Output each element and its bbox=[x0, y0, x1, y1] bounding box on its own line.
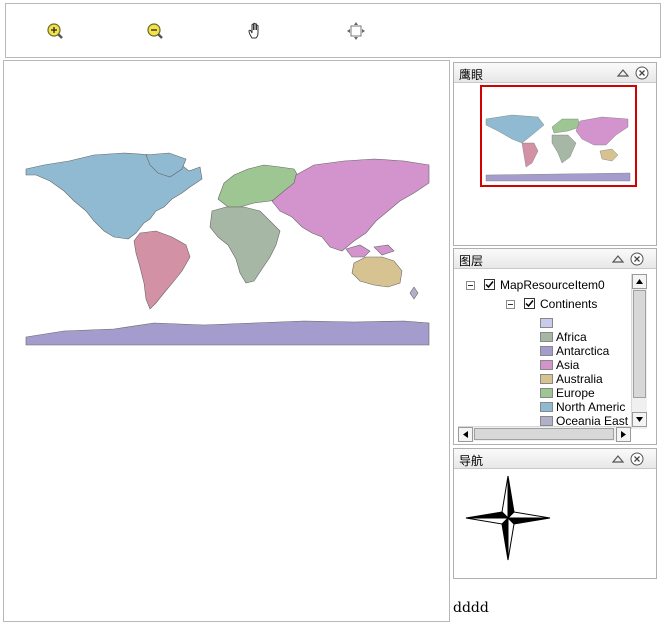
layers-collapse-button[interactable] bbox=[611, 252, 625, 266]
layers-panel: 图层 MapResourceItem0 Continents Africa Ant… bbox=[453, 248, 657, 445]
legend-item: Australia bbox=[454, 372, 641, 386]
navigation-close-button[interactable] bbox=[630, 452, 644, 466]
scroll-down-button[interactable] bbox=[632, 412, 647, 427]
legend-label: Asia bbox=[556, 358, 580, 372]
navigation-panel-title: 导航 bbox=[459, 454, 484, 468]
navigation-panel-header: 导航 bbox=[454, 449, 656, 469]
legend-swatch bbox=[540, 360, 553, 370]
arrow-up-icon bbox=[636, 279, 643, 284]
scroll-up-button[interactable] bbox=[632, 274, 647, 289]
scroll-right-button[interactable] bbox=[616, 427, 631, 442]
zoom-in-icon bbox=[47, 23, 63, 39]
layers-close-button[interactable] bbox=[630, 252, 644, 266]
layers-panel-title: 图层 bbox=[459, 254, 484, 268]
legend-label: Antarctica bbox=[556, 344, 610, 358]
full-extent-button[interactable] bbox=[344, 19, 368, 43]
zoom-out-icon bbox=[147, 23, 163, 39]
footer-text: dddd bbox=[453, 600, 489, 616]
map-view[interactable] bbox=[3, 60, 450, 622]
layers-horizontal-scrollbar[interactable] bbox=[458, 426, 631, 442]
arrow-left-icon bbox=[463, 431, 468, 438]
close-icon bbox=[630, 452, 644, 466]
collapse-up-icon bbox=[611, 455, 625, 463]
legend-item: Asia bbox=[454, 358, 641, 372]
legend-swatch bbox=[540, 416, 553, 426]
legend-label: Europe bbox=[556, 386, 595, 400]
legend-item: Oceania East bbox=[454, 414, 641, 426]
legend-label: North Americ bbox=[556, 400, 626, 414]
legend-label: Africa bbox=[556, 330, 587, 344]
layers-panel-header: 图层 bbox=[454, 249, 656, 269]
full-extent-icon bbox=[347, 22, 365, 40]
australia-shape bbox=[351, 256, 403, 288]
world-map bbox=[25, 152, 430, 346]
resource-expander[interactable] bbox=[466, 281, 475, 290]
checkmark-icon bbox=[525, 300, 534, 308]
zoom-out-button[interactable] bbox=[143, 19, 167, 43]
tree-row-resource: MapResourceItem0 bbox=[454, 278, 641, 292]
overview-extent-box[interactable] bbox=[480, 85, 637, 187]
legend-item: Africa bbox=[454, 330, 641, 344]
antarctica-shape bbox=[25, 320, 430, 346]
arrow-down-icon bbox=[636, 417, 643, 422]
resource-label: MapResourceItem0 bbox=[500, 278, 605, 292]
legend-swatch bbox=[540, 388, 553, 398]
checkmark-icon bbox=[485, 281, 494, 289]
collapse-up-icon bbox=[611, 255, 625, 263]
layer-label: Continents bbox=[540, 297, 598, 311]
close-icon bbox=[630, 252, 644, 266]
hand-icon bbox=[248, 22, 259, 39]
legend-item: Europe bbox=[454, 386, 641, 400]
overview-close-button[interactable] bbox=[635, 66, 649, 80]
collapse-up-icon bbox=[616, 69, 630, 77]
legend-swatch bbox=[540, 346, 553, 356]
arrow-right-icon bbox=[621, 431, 626, 438]
navigation-panel: 导航 bbox=[453, 448, 657, 579]
overview-mini-map bbox=[485, 114, 631, 182]
compass-rose-icon[interactable] bbox=[464, 474, 552, 562]
overview-panel-title: 鹰眼 bbox=[459, 68, 484, 82]
legend-label: Australia bbox=[556, 372, 603, 386]
legend-swatch bbox=[540, 402, 553, 412]
overview-collapse-button[interactable] bbox=[616, 66, 630, 80]
zoom-in-button[interactable] bbox=[43, 19, 67, 43]
tree-row-layer: Continents bbox=[454, 297, 641, 311]
layer-expander[interactable] bbox=[506, 300, 515, 309]
south-america-shape bbox=[133, 230, 191, 310]
scroll-left-button[interactable] bbox=[458, 427, 473, 442]
map-toolbar bbox=[5, 3, 661, 58]
navigation-collapse-button[interactable] bbox=[611, 452, 625, 466]
legend-item bbox=[454, 316, 641, 330]
layer-tree: MapResourceItem0 Continents Africa Antarc… bbox=[454, 270, 641, 426]
layers-vertical-scrollbar[interactable] bbox=[631, 274, 647, 429]
overview-panel-header: 鹰眼 bbox=[454, 63, 656, 83]
vertical-scroll-thumb[interactable] bbox=[633, 290, 646, 398]
legend-swatch bbox=[540, 374, 553, 384]
southeast-asia-islands-shape bbox=[345, 244, 395, 258]
overview-panel: 鹰眼 bbox=[453, 62, 657, 246]
horizontal-scroll-thumb[interactable] bbox=[474, 428, 614, 440]
legend-item: Antarctica bbox=[454, 344, 641, 358]
layer-checkbox[interactable] bbox=[524, 298, 535, 309]
legend-swatch bbox=[540, 318, 553, 328]
pan-button[interactable] bbox=[244, 19, 268, 43]
legend-item: North Americ bbox=[454, 400, 641, 414]
legend-swatch bbox=[540, 332, 553, 342]
close-icon bbox=[635, 66, 649, 80]
legend-label: Oceania East bbox=[556, 414, 629, 426]
resource-checkbox[interactable] bbox=[484, 279, 495, 290]
new-zealand-shape bbox=[409, 286, 419, 300]
africa-shape bbox=[209, 206, 281, 284]
